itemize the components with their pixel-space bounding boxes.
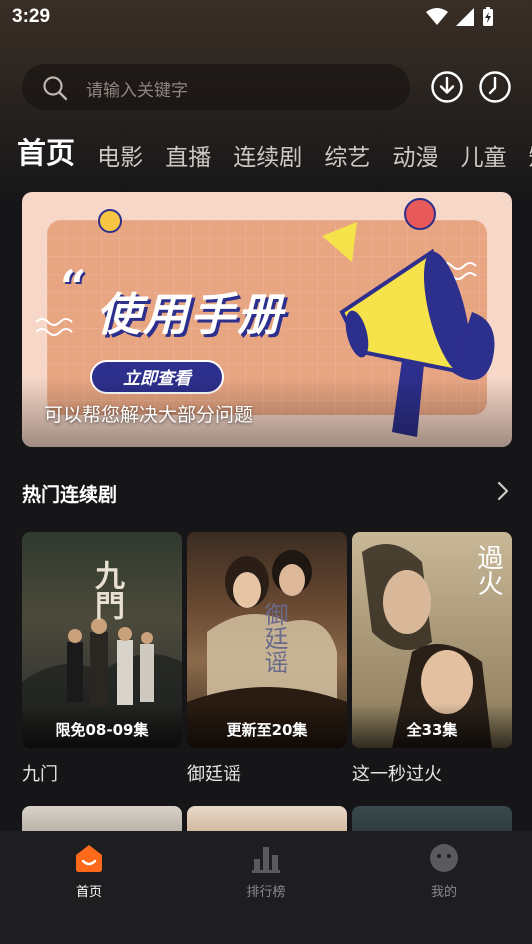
poster-title[interactable]: 九门 (22, 760, 58, 786)
category-tabs: 首页 电影 直播 连续剧 综艺 动漫 儿童 短 (17, 130, 532, 172)
search-icon (43, 76, 68, 101)
poster-badge: 更新至20集 (226, 721, 308, 739)
section-title: 热门连续剧 (22, 484, 118, 506)
tab-live[interactable]: 直播 (165, 138, 211, 172)
poster-card[interactable]: 御廷谣 更新至20集 (187, 532, 347, 748)
poster-card[interactable]: 九門 限免08-09集 (22, 532, 182, 748)
nav-profile[interactable]: 我的 (384, 843, 504, 900)
quote-mark: “ (60, 260, 87, 314)
chevron-right-icon (497, 481, 509, 501)
poster-badge: 全33集 (406, 721, 458, 739)
nav-home-label: 首页 (75, 885, 102, 900)
nav-ranking[interactable]: 排行榜 (206, 843, 326, 900)
poster-art-text: 過火 (473, 544, 503, 596)
tab-movie[interactable]: 电影 (97, 138, 143, 172)
tab-anime[interactable]: 动漫 (392, 138, 438, 172)
battery-icon (483, 7, 493, 26)
home-face-icon (76, 845, 102, 872)
poster-title[interactable]: 御廷谣 (187, 760, 241, 786)
status-icons (426, 7, 494, 27)
wifi-icon (426, 8, 448, 25)
promo-banner[interactable]: “ 使用手册 立即查看 可以帮您解决大部分问题 (22, 192, 512, 447)
tab-home[interactable]: 首页 (17, 130, 75, 172)
tab-variety[interactable]: 综艺 (324, 138, 370, 172)
signal-icon (456, 8, 474, 26)
poster-art-text: 御廷谣 (260, 602, 288, 674)
download-button[interactable] (430, 70, 464, 108)
poster-badge: 限免08-09集 (55, 721, 149, 739)
banner-subtitle: 可以帮您解决大部分问题 (44, 404, 254, 426)
clock-icon (479, 71, 511, 103)
nav-profile-label: 我的 (430, 885, 457, 900)
search-input[interactable]: 请输入关键字 (86, 76, 188, 101)
banner-title: 使用手册 (96, 288, 285, 341)
nav-home[interactable]: 首页 (29, 843, 149, 900)
history-button[interactable] (478, 70, 512, 108)
status-bar: 3:29 (0, 0, 532, 36)
tab-series[interactable]: 连续剧 (233, 138, 302, 172)
poster-title[interactable]: 这一秒过火 (352, 760, 442, 786)
bar-chart-icon (252, 847, 280, 873)
bottom-navigation: 首页 排行榜 我的 (0, 831, 532, 944)
download-icon (431, 71, 463, 103)
nav-ranking-label: 排行榜 (246, 885, 286, 900)
section-more-button[interactable] (496, 481, 510, 505)
profile-face-icon (430, 844, 458, 872)
tab-kids[interactable]: 儿童 (461, 138, 507, 172)
poster-art-text: 九門 (89, 560, 124, 620)
status-time: 3:29 (12, 6, 51, 27)
search-bar[interactable]: 请输入关键字 (22, 64, 410, 110)
poster-card[interactable]: 過火 全33集 (352, 532, 512, 748)
